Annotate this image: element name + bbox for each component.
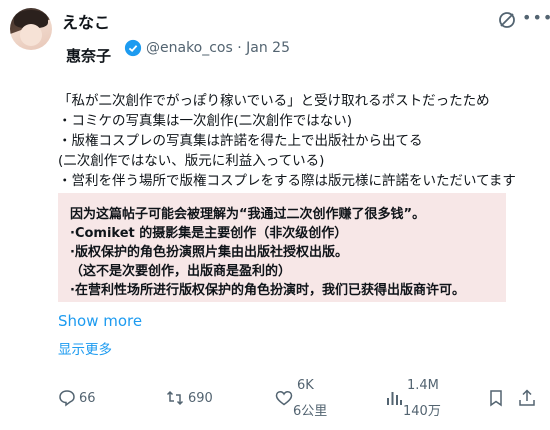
- author-name[interactable]: えなこ: [62, 9, 110, 33]
- translation-line: ·Comiket 的摄影集是主要创作（非次级创作）: [70, 226, 348, 241]
- views-count[interactable]: 1.4M: [407, 378, 439, 393]
- like-count-translated[interactable]: 6公里: [293, 400, 327, 419]
- author-avatar[interactable]: [10, 8, 52, 50]
- verified-badge-icon: [124, 39, 142, 57]
- show-more-link-translated[interactable]: 显示更多: [58, 338, 112, 358]
- views-count-translated[interactable]: 140万: [403, 400, 441, 419]
- views-icon[interactable]: [385, 389, 403, 407]
- translation-line: （这不是次要创作，出版商是盈利的）: [70, 264, 292, 279]
- post-text-line: ・コミケの写真集は一次創作(二次創作ではない): [58, 113, 353, 129]
- more-icon[interactable]: •••: [522, 8, 550, 27]
- repost-icon[interactable]: [166, 389, 184, 407]
- translation-line: ·版权保护的角色扮演照片集由出版社授权出版。: [70, 245, 348, 260]
- post-text-line: 「私が二次創作でがっぽり稼いでいる」と受け取れるポストだったため: [58, 93, 490, 109]
- post-text-line: (二次創作ではない、版元に利益入っている): [58, 153, 325, 169]
- bookmark-icon[interactable]: [487, 389, 505, 407]
- repost-count[interactable]: 690: [188, 391, 213, 406]
- grok-icon[interactable]: [497, 10, 517, 30]
- translation-line: 因为这篇帖子可能会被理解为“我通过二次创作赚了很多钱”。: [70, 207, 426, 222]
- post-text-line: ・営利を伴う場所で版権コスプレをする際は版元様に許諾をいただいてます: [58, 173, 516, 189]
- quoted-author-name[interactable]: 惠奈子: [66, 45, 111, 66]
- post-text-line: ・版権コスプレの写真集は許諾を得た上で出版社から出てる: [58, 133, 423, 149]
- reply-icon[interactable]: [58, 389, 76, 407]
- like-icon[interactable]: [275, 389, 293, 407]
- show-more-link[interactable]: Show more: [58, 312, 142, 330]
- share-icon[interactable]: [518, 389, 536, 407]
- translation-line: ·在营利性场所进行版权保护的角色扮演时，我们已获得出版商许可。: [70, 283, 465, 298]
- reply-count[interactable]: 66: [79, 391, 96, 406]
- quoted-handle-date[interactable]: @enako_cos · Jan 25: [146, 40, 290, 56]
- avatar-face: [20, 24, 42, 46]
- like-count[interactable]: 6K: [297, 378, 314, 393]
